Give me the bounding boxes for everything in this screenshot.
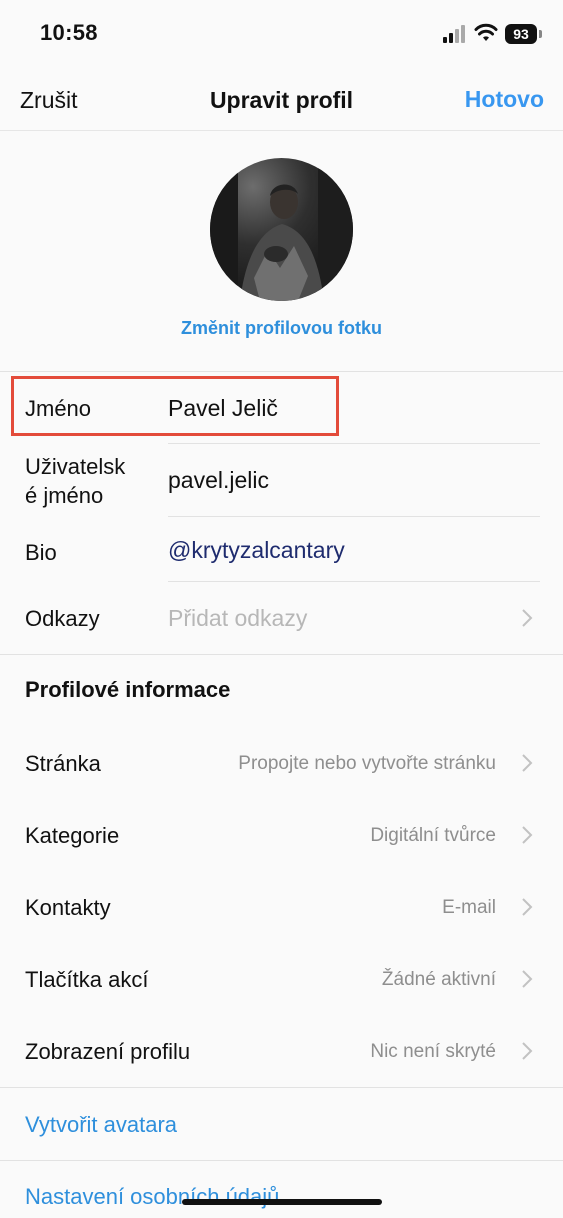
status-time: 10:58	[40, 20, 98, 45]
chevron-right-icon	[522, 898, 533, 916]
username-label: Uživatelsk é jméno	[25, 452, 125, 510]
info-row-action-buttons-label[interactable]: Tlačítka akcí	[25, 967, 148, 993]
row-divider	[168, 516, 540, 517]
bio-field[interactable]: @krytyzalcantary	[168, 537, 345, 564]
nav-bar: Upravit profil Zrušit Hotovo	[0, 72, 563, 131]
profile-avatar[interactable]	[210, 158, 353, 301]
info-row-action-buttons-value[interactable]: Žádné aktivní	[382, 969, 496, 991]
info-row-contacts-value[interactable]: E-mail	[442, 897, 496, 919]
chevron-right-icon	[522, 970, 533, 988]
info-row-page-label[interactable]: Stránka	[25, 751, 101, 777]
info-row-page-value[interactable]: Propojte nebo vytvořte stránku	[238, 753, 496, 775]
info-row-profile-display-label[interactable]: Zobrazení profilu	[25, 1039, 190, 1065]
chevron-right-icon	[522, 1042, 533, 1060]
change-photo-link[interactable]: Změnit profilovou fotku	[0, 318, 563, 339]
cellular-signal-icon	[443, 25, 465, 43]
avatar-photo	[210, 158, 353, 301]
info-row-contacts-label[interactable]: Kontakty	[25, 895, 111, 921]
chevron-right-icon	[522, 609, 533, 627]
wifi-icon	[474, 23, 498, 41]
cancel-button[interactable]: Zrušit	[20, 87, 78, 114]
home-indicator[interactable]	[182, 1199, 382, 1205]
links-field[interactable]: Přidat odkazy	[168, 605, 307, 632]
info-row-category-label[interactable]: Kategorie	[25, 823, 119, 849]
personal-info-settings-link[interactable]: Nastavení osobních údajů	[25, 1184, 279, 1210]
divider	[0, 371, 563, 372]
chevron-right-icon	[522, 754, 533, 772]
highlight-annotation	[11, 376, 339, 436]
battery-tip	[539, 30, 542, 38]
username-field[interactable]: pavel.jelic	[168, 467, 269, 494]
section-title-profile-info: Profilové informace	[25, 677, 231, 702]
battery-indicator: 93	[505, 24, 537, 44]
username-label-line2: é jméno	[25, 483, 104, 508]
username-label-line1: Uživatelsk	[25, 454, 126, 479]
links-label: Odkazy	[25, 606, 100, 631]
divider	[0, 654, 563, 655]
info-row-profile-display-value[interactable]: Nic není skryté	[370, 1041, 496, 1063]
done-button[interactable]: Hotovo	[465, 86, 544, 113]
row-divider	[168, 443, 540, 444]
row-divider	[168, 581, 540, 582]
bio-label: Bio	[25, 540, 57, 565]
status-bar: 10:58 93	[0, 0, 563, 70]
divider	[0, 1087, 563, 1088]
divider	[0, 1160, 563, 1161]
create-avatar-link[interactable]: Vytvořit avatara	[25, 1112, 177, 1138]
info-row-category-value[interactable]: Digitální tvůrce	[370, 825, 496, 847]
chevron-right-icon	[522, 826, 533, 844]
